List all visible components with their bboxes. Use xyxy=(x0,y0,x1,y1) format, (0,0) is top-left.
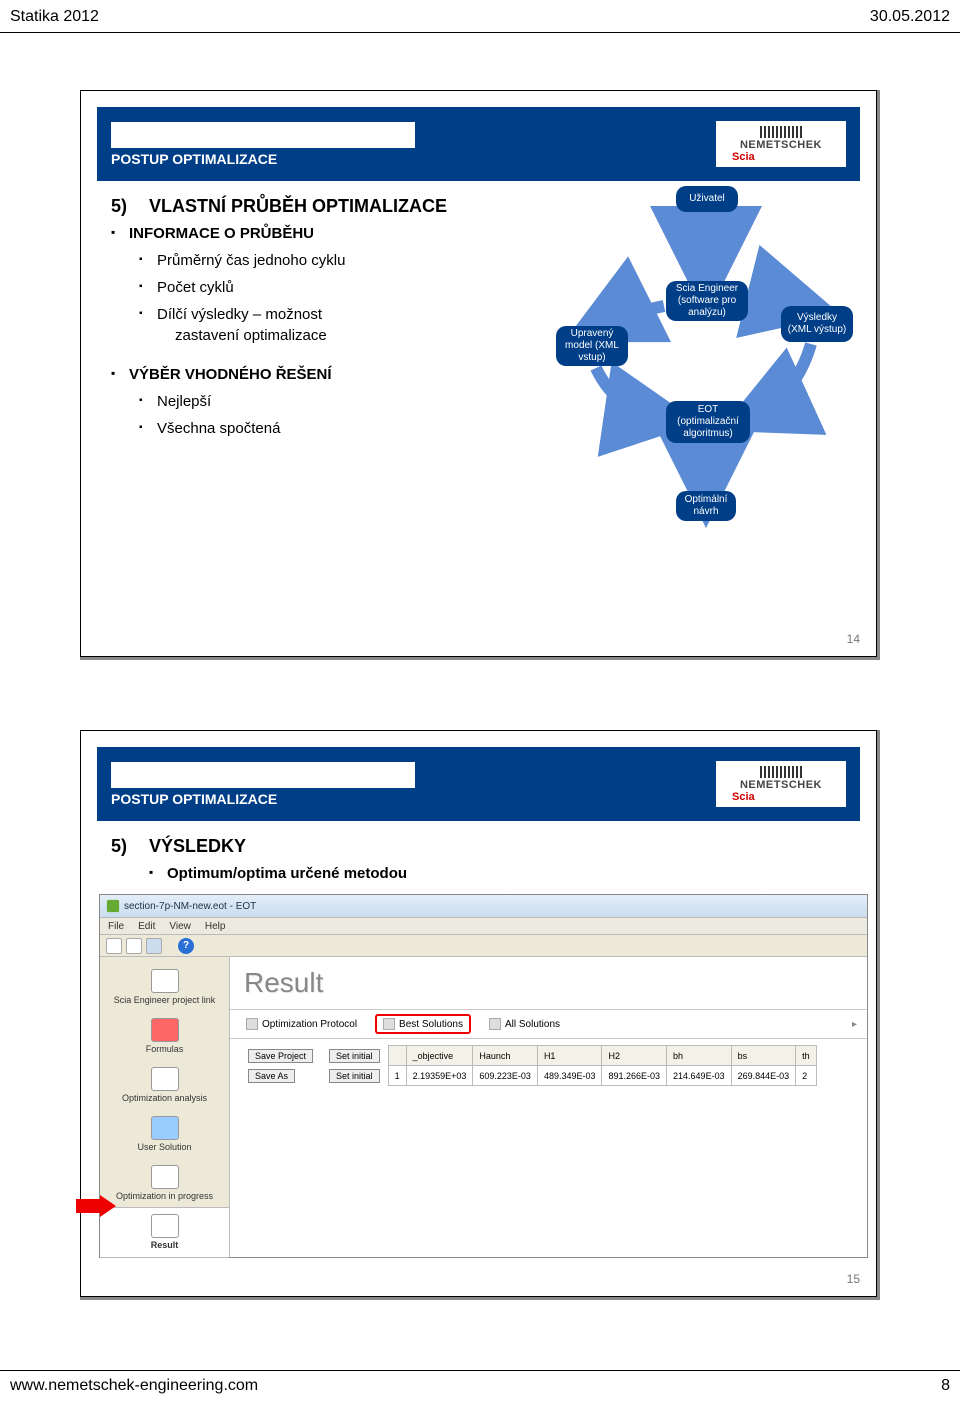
formula-icon xyxy=(151,1018,179,1042)
page-footer-right: 8 xyxy=(941,1377,950,1395)
result-tabs: Optimization Protocol Best Solutions All… xyxy=(230,1009,867,1039)
tab-all-solutions[interactable]: All Solutions xyxy=(483,1016,566,1032)
sidebar-item-project-link[interactable]: Scia Engineer project link xyxy=(100,963,229,1012)
page-header-right: 30.05.2012 xyxy=(870,8,950,26)
diagram-node-optimal: Optimální návrh xyxy=(676,491,736,521)
result-icon xyxy=(151,1214,179,1238)
diagram-node-user: Uživatel xyxy=(676,186,738,212)
col-th: th xyxy=(796,1046,817,1066)
tab-scroll-right-icon[interactable]: ▸ xyxy=(852,1019,857,1030)
slide2-number: 15 xyxy=(847,1272,860,1286)
analysis-icon xyxy=(151,1067,179,1091)
sidebar-item-optimization-analysis[interactable]: Optimization analysis xyxy=(100,1061,229,1110)
page-footer-left: www.nemetschek-engineering.com xyxy=(10,1377,258,1395)
bullet-vyber-reseni: VÝBĚR VHODNÉHO ŘEŠENÍ Nejlepší Všechna s… xyxy=(111,366,531,437)
best-solutions-icon xyxy=(383,1018,395,1030)
sidebar-item-formulas[interactable]: Formulas xyxy=(100,1012,229,1061)
slide1-section-heading: 5)VLASTNÍ PRŮBĚH OPTIMALIZACE xyxy=(111,196,531,217)
col-index xyxy=(388,1046,406,1066)
menu-help[interactable]: Help xyxy=(205,921,226,932)
col-h2: H2 xyxy=(602,1046,667,1066)
slide-2: OCELOVÁ OTEVŘENÁ HALA POSTUP OPTIMALIZAC… xyxy=(80,730,880,1300)
results-table: Save Project Set initial _objective Haun… xyxy=(240,1045,817,1086)
col-objective: _objective xyxy=(406,1046,473,1066)
diagram-node-scia-engineer: Scia Engineer (software pro analýzu) xyxy=(666,281,748,321)
toolbar-save-icon[interactable] xyxy=(146,938,162,954)
slide1-number: 14 xyxy=(847,632,860,646)
toolbar-open-icon[interactable] xyxy=(126,938,142,954)
table-row: Save As Set initial 1 2.19359E+03 609.22… xyxy=(240,1066,816,1086)
bullet-prumerny-cas: Průměrný čas jednoho cyklu xyxy=(139,252,531,269)
nemetschek-logo: NEMETSCHEK Scia xyxy=(716,761,846,807)
diagram-node-output: Výsledky (XML výstup) xyxy=(781,306,853,342)
optimization-flow-diagram: Uživatel Scia Engineer (software pro ana… xyxy=(556,186,856,546)
nemetschek-logo: NEMETSCHEK Scia xyxy=(716,121,846,167)
page-header-left: Statika 2012 xyxy=(10,8,99,26)
diagram-node-eot: EOT (optimalizační algoritmus) xyxy=(666,401,750,443)
bullet-optimum: Optimum/optima určené metodou xyxy=(149,865,856,882)
menu-view[interactable]: View xyxy=(169,921,191,932)
eot-menubar: File Edit View Help xyxy=(100,917,867,935)
red-callout-arrow-icon xyxy=(76,1195,116,1217)
tab-optimization-protocol[interactable]: Optimization Protocol xyxy=(240,1016,363,1032)
progress-icon xyxy=(151,1165,179,1189)
protocol-icon xyxy=(246,1018,258,1030)
diagram-node-input: Upravený model (XML vstup) xyxy=(556,326,628,366)
slide2-title: OCELOVÁ OTEVŘENÁ HALA xyxy=(111,762,415,788)
eot-app-screenshot: section-7p-NM-new.eot - EOT File Edit Vi… xyxy=(99,894,868,1258)
header-rule xyxy=(0,32,960,33)
app-icon xyxy=(106,899,120,913)
col-h1: H1 xyxy=(537,1046,602,1066)
slide2-title-bar: OCELOVÁ OTEVŘENÁ HALA POSTUP OPTIMALIZAC… xyxy=(97,747,860,821)
slide2-section-heading: 5)VÝSLEDKY xyxy=(111,836,856,857)
slide1-subtitle: POSTUP OPTIMALIZACE xyxy=(111,151,415,167)
slide1-title-bar: OCELOVÁ OTEVŘENÁ HALA POSTUP OPTIMALIZAC… xyxy=(97,107,860,181)
eot-window-titlebar: section-7p-NM-new.eot - EOT xyxy=(100,895,867,917)
eot-toolbar: ? xyxy=(100,935,867,957)
result-pane-heading: Result xyxy=(230,957,867,1009)
set-initial-button-bot[interactable]: Set initial xyxy=(329,1069,380,1083)
slide-1: OCELOVÁ OTEVŘENÁ HALA POSTUP OPTIMALIZAC… xyxy=(80,90,880,660)
eot-main-pane: Result Optimization Protocol Best Soluti… xyxy=(230,957,867,1257)
bullet-pocet-cyklu: Počet cyklů xyxy=(139,279,531,296)
footer-rule xyxy=(0,1370,960,1371)
menu-file[interactable]: File xyxy=(108,921,124,932)
user-solution-icon xyxy=(151,1116,179,1140)
bullet-informace: INFORMACE O PRŮBĚHU Průměrný čas jednoho… xyxy=(111,225,531,344)
save-as-button[interactable]: Save As xyxy=(248,1069,295,1083)
eot-sidebar: Scia Engineer project link Formulas Opti… xyxy=(100,957,230,1257)
slide1-title: OCELOVÁ OTEVŘENÁ HALA xyxy=(111,122,415,148)
slide2-subtitle: POSTUP OPTIMALIZACE xyxy=(111,791,415,807)
col-bh: bh xyxy=(667,1046,732,1066)
tab-best-solutions[interactable]: Best Solutions xyxy=(375,1014,471,1034)
bullet-vsechna: Všechna spočtená xyxy=(139,420,531,437)
menu-edit[interactable]: Edit xyxy=(138,921,155,932)
toolbar-help-icon[interactable]: ? xyxy=(178,938,194,954)
save-project-button[interactable]: Save Project xyxy=(248,1049,313,1063)
sidebar-item-user-solution[interactable]: User Solution xyxy=(100,1110,229,1159)
col-bs: bs xyxy=(731,1046,796,1066)
all-solutions-icon xyxy=(489,1018,501,1030)
toolbar-new-icon[interactable] xyxy=(106,938,122,954)
bullet-dilci-vysledky: Dílčí výsledky – možnost zastavení optim… xyxy=(139,306,531,344)
sidebar-item-result[interactable]: Result xyxy=(100,1207,229,1258)
sidebar-item-optimization-progress[interactable]: Optimization in progress xyxy=(100,1159,229,1208)
set-initial-button-top[interactable]: Set initial xyxy=(329,1049,380,1063)
col-haunch: Haunch xyxy=(473,1046,538,1066)
wrench-icon xyxy=(151,969,179,993)
bullet-nejlepsi: Nejlepší xyxy=(139,393,531,410)
